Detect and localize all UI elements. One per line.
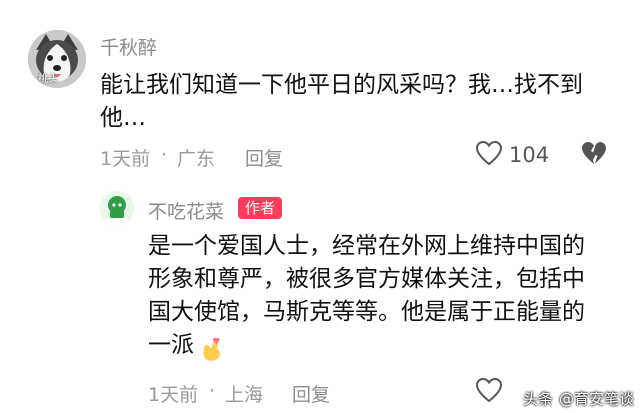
comment-text-line: 形象和尊严，被很多官方媒体关注，包括中 [148,266,585,292]
comment-time: 1天前 [148,384,199,406]
finger-heart-emoji [200,337,222,367]
avatar[interactable] [100,191,134,225]
heart-icon [475,377,503,407]
comment-text-line: 国大使馆，马斯克等等。他是属于正能量的 [148,299,585,325]
like-button[interactable] [475,377,503,407]
reply-button[interactable]: 回复 [292,380,330,407]
meta-separator: · [209,380,216,402]
dislike-button[interactable] [580,140,608,170]
comment-time: 1天前 [100,148,151,170]
watermark-text: 头条 [522,390,553,408]
like-count: 104 [509,143,550,167]
heart-icon [475,140,503,170]
avatar-label: 桃头 [38,74,58,85]
comment-location: 上海 [225,384,264,406]
comment-text-line: 能让我们知道一下他平日的风采吗？我…找不到 [100,72,583,98]
avatar[interactable]: 桃头 [28,30,86,88]
comment-location: 广东 [177,148,216,170]
meta-separator: · [161,144,168,166]
watermark: 头条 @育安笔谈 [523,388,634,409]
watermark-text: @育安笔谈 [558,390,634,408]
comment-text-line: 一派 [148,332,194,358]
comment-username[interactable]: 不吃花菜 [148,197,224,224]
author-badge: 作者 [238,197,283,219]
comment-text-line: 是一个爱国人士，经常在外网上维持中国的 [148,233,585,259]
comment-text-line: 他… [100,105,146,131]
comment-username[interactable]: 千秋醉 [100,33,157,60]
broken-heart-icon [580,142,608,170]
reply-button[interactable]: 回复 [245,144,283,171]
like-button[interactable]: 104 [475,140,549,170]
